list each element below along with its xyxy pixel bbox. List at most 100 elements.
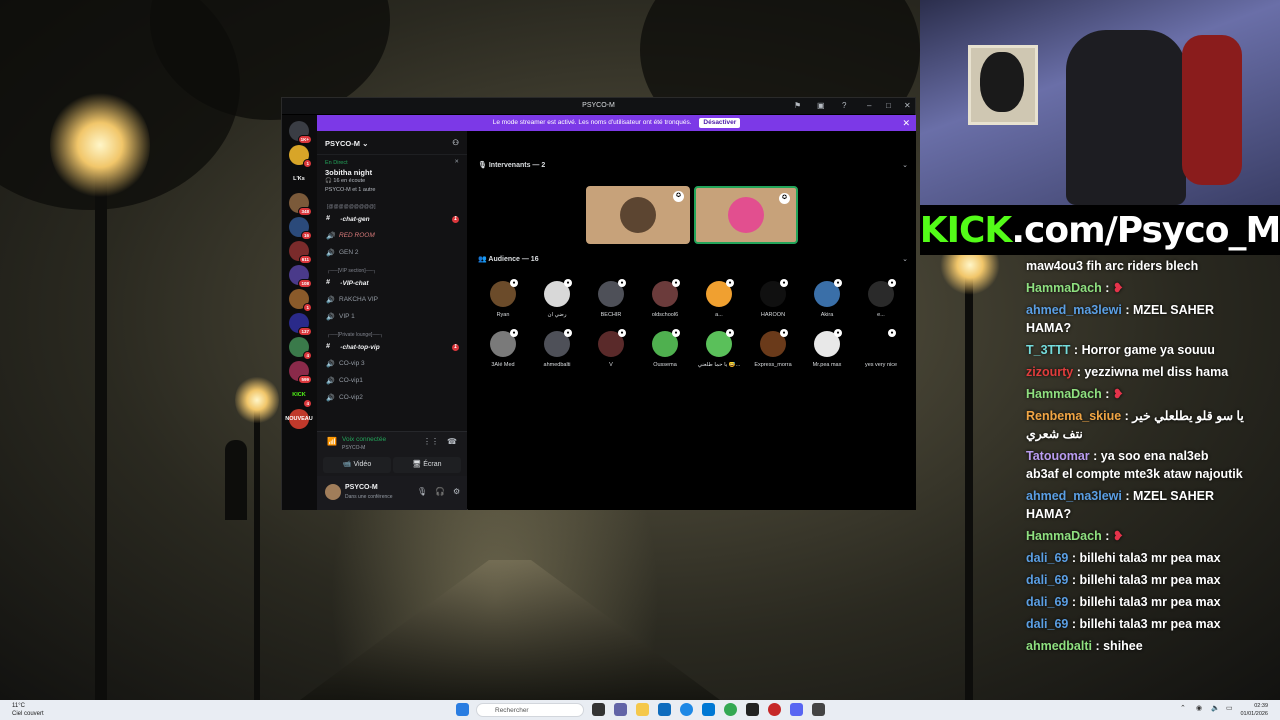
speaker-tile-talking[interactable]: ✪	[694, 186, 798, 244]
audience-member[interactable]: ● Mr.pea max	[800, 329, 854, 368]
help-icon[interactable]: ?	[842, 101, 846, 110]
avatar: ●	[814, 329, 842, 357]
audience-header[interactable]: 👥 Audience — 16	[478, 255, 539, 263]
weather-widget[interactable]: 11°C Ciel couvert	[12, 702, 44, 718]
headphones-icon: 🎧	[325, 178, 332, 184]
voice-channel[interactable]: 🔊 VIP 1	[317, 310, 467, 327]
server-icon[interactable]: KICK 4	[289, 385, 312, 408]
speaker-tile[interactable]: ✪	[586, 186, 690, 244]
close-live-icon[interactable]: ✕	[454, 158, 459, 167]
text-channel[interactable]: #۰chat-gen 1	[317, 212, 467, 229]
audience-member[interactable]: ● V	[584, 329, 638, 368]
audience-member[interactable]: ● BECHIR	[584, 279, 638, 318]
video-button[interactable]: 📹 Vidéo	[323, 457, 391, 473]
category-header[interactable]: ┌──[Private lounge]──┐	[317, 330, 467, 340]
network-icon[interactable]: ◉	[1196, 704, 1202, 712]
audience-member[interactable]: ● ahmedbalti	[530, 329, 584, 368]
live-event[interactable]: En Direct 3obitha night 🎧 16 en écoute P…	[317, 155, 467, 199]
audience-member[interactable]: ● 3Alé Med	[476, 329, 530, 368]
maximize-icon[interactable]: □	[886, 101, 891, 110]
screen-icon[interactable]: ▣	[817, 101, 825, 110]
search-box[interactable]: Rechercher	[476, 703, 584, 717]
server-icon[interactable]: 611	[289, 241, 312, 264]
chat-username: dali_69	[1026, 573, 1069, 587]
app-icon[interactable]	[812, 703, 825, 716]
server-label: L'Ks	[293, 176, 305, 182]
avatar[interactable]	[325, 484, 341, 500]
clock[interactable]: 02:39 01/01/2026	[1240, 702, 1268, 718]
avatar: ●	[706, 279, 734, 307]
server-icon[interactable]: 108	[289, 265, 312, 288]
audience-member[interactable]: ● Oussema	[638, 329, 692, 368]
chat-separator: :	[1092, 639, 1104, 653]
chat-separator: :	[1089, 449, 1101, 463]
text-channel[interactable]: #۰VIP-chat	[317, 276, 467, 293]
headset-icon[interactable]: 🎧	[435, 487, 445, 496]
voice-channel[interactable]: 🔊 RED ROOM	[317, 229, 467, 246]
app-icon[interactable]	[768, 703, 781, 716]
voice-channel[interactable]: 🔊 RAKCHA VIP	[317, 293, 467, 310]
close-banner-icon[interactable]: ✕	[902, 115, 910, 131]
file-explorer-icon[interactable]	[636, 703, 649, 716]
server-icon[interactable]: NOUVEAU	[285, 409, 313, 429]
audience-member[interactable]: ● Ryan	[476, 279, 530, 318]
noise-icon[interactable]: ⋮⋮	[423, 437, 439, 446]
mention-badge: 1	[452, 344, 459, 351]
voice-channel[interactable]: 🔊 CO-vip 3	[317, 357, 467, 374]
chat-separator: :	[1121, 409, 1133, 423]
settings-gear-icon[interactable]: ⚙	[453, 487, 460, 496]
chevron-down-icon[interactable]: ⌄	[902, 255, 908, 263]
audience-member[interactable]: ● yes very nice	[854, 329, 908, 368]
disconnect-icon[interactable]: ☎	[447, 437, 457, 446]
server-header[interactable]: PSYCO-M ⌄ ⚇	[317, 131, 467, 155]
close-window-icon[interactable]: ✕	[904, 101, 911, 110]
chrome-icon[interactable]	[724, 703, 737, 716]
edge-icon[interactable]	[680, 703, 693, 716]
obs-icon[interactable]	[746, 703, 759, 716]
chevron-up-icon[interactable]: ⌃	[1180, 704, 1186, 712]
audience-member[interactable]: ● HAROON	[746, 279, 800, 318]
server-icon[interactable]: 599	[289, 361, 312, 384]
screen-share-button[interactable]: 🖥 Écran	[393, 457, 461, 473]
task-view-icon[interactable]	[592, 703, 605, 716]
server-icon[interactable]: 348	[289, 193, 312, 216]
muted-icon: ●	[618, 279, 626, 287]
voice-channel[interactable]: 🔊 CO-vip2	[317, 391, 467, 408]
server-icon[interactable]: 16	[289, 217, 312, 240]
audience-member[interactable]: ● a...	[692, 279, 746, 318]
muted-icon: ●	[564, 279, 572, 287]
channel-name: CO-vip1	[339, 377, 363, 384]
server-icon[interactable]: 1K+	[289, 121, 312, 144]
add-member-icon[interactable]: ⚇	[452, 138, 459, 147]
volume-icon[interactable]: 🔈	[1211, 704, 1220, 712]
inbox-icon[interactable]: ⚑	[794, 101, 801, 110]
server-icon[interactable]: L'Ks	[289, 169, 309, 189]
discord-icon[interactable]	[790, 703, 803, 716]
disable-streamer-button[interactable]: Désactiver	[699, 118, 741, 128]
store-icon[interactable]	[658, 703, 671, 716]
battery-icon[interactable]: ▭	[1226, 704, 1233, 712]
audience-member[interactable]: ● يا حما طلعني 😅...	[692, 329, 746, 368]
audience-member[interactable]: ● رضي ان	[530, 279, 584, 318]
audience-member[interactable]: ● Akira	[800, 279, 854, 318]
mail-icon[interactable]	[702, 703, 715, 716]
audience-member[interactable]: ● Express_morra	[746, 329, 800, 368]
start-icon[interactable]	[456, 703, 469, 716]
voice-channel[interactable]: 🔊 CO-vip1	[317, 374, 467, 391]
server-icon[interactable]: 1	[289, 145, 312, 168]
chevron-down-icon[interactable]: ⌄	[902, 161, 908, 169]
text-channel[interactable]: #۰chat-top-vip 1	[317, 340, 467, 357]
audience-member[interactable]: ● oldschool6	[638, 279, 692, 318]
server-icon[interactable]: 1	[289, 289, 312, 312]
server-icon[interactable]: 137	[289, 313, 312, 336]
server-icon[interactable]: 4	[289, 337, 312, 360]
speakers-header[interactable]: 🎙 Intervenants — 2	[478, 161, 545, 169]
chat-message: Renbema_skiue : يا سو قلو يطلعلي خير نتف…	[1020, 405, 1250, 445]
microphone-icon[interactable]: 🎙	[417, 487, 427, 496]
voice-channel[interactable]: 🔊 GEN 2	[317, 246, 467, 263]
category-header[interactable]: ┌──[VIP section]──┐	[317, 266, 467, 276]
minimize-icon[interactable]: –	[867, 101, 871, 110]
category-header[interactable]: [@@@@@@@@@]	[317, 202, 467, 212]
teams-icon[interactable]	[614, 703, 627, 716]
audience-member[interactable]: ● e...	[854, 279, 908, 318]
